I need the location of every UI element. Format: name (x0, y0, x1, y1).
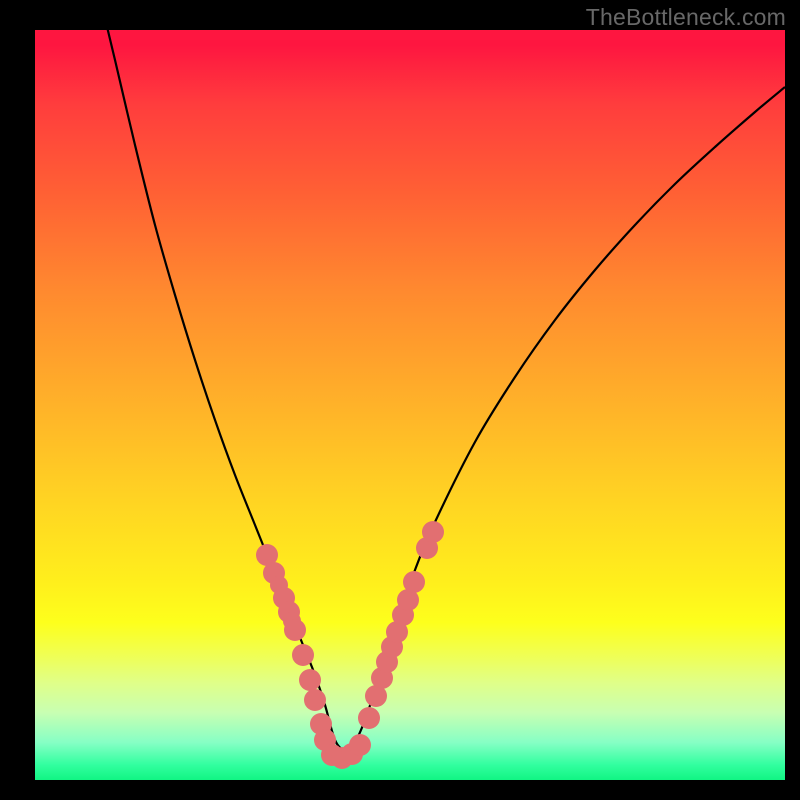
bottleneck-curve (103, 30, 785, 750)
data-marker (304, 689, 326, 711)
watermark-text: TheBottleneck.com (586, 4, 786, 31)
data-marker (403, 571, 425, 593)
data-marker (358, 707, 380, 729)
data-marker (422, 521, 444, 543)
data-marker (292, 644, 314, 666)
data-marker (284, 619, 306, 641)
plot-area (35, 30, 785, 780)
data-marker (299, 669, 321, 691)
data-marker (349, 734, 371, 756)
chart-frame: TheBottleneck.com (0, 0, 800, 800)
curve-svg (35, 30, 785, 780)
